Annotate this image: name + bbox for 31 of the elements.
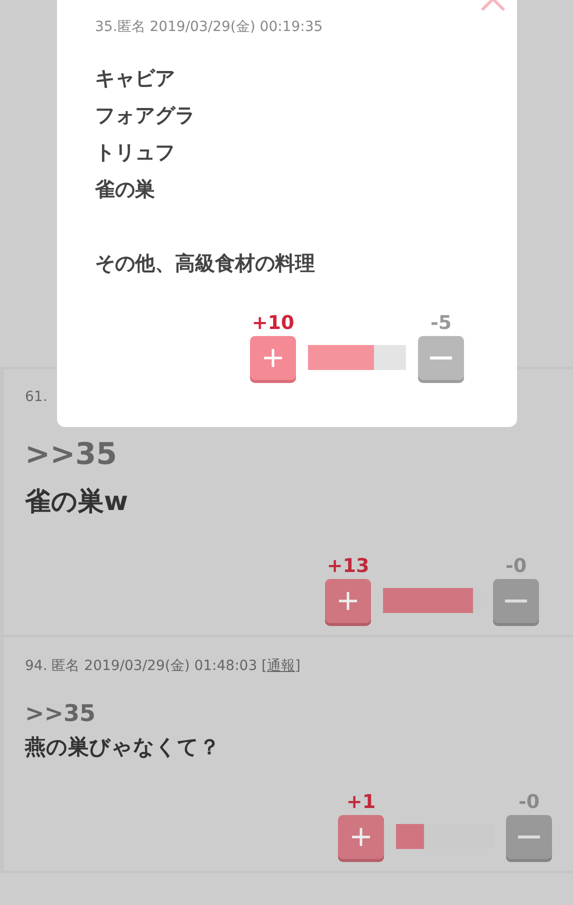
plus-icon — [338, 591, 358, 611]
post-header: 35.匿名 2019/03/29(金) 00:19:35 — [95, 18, 324, 36]
reply-quote-link[interactable]: >>35 — [25, 701, 552, 727]
post-body-line: その他、高級食材の料理 — [95, 250, 315, 277]
downvote-button[interactable] — [506, 815, 552, 859]
post-body-line: フォアグラ — [95, 102, 195, 129]
reply-quote-link[interactable]: >>35 — [25, 437, 539, 472]
report-link[interactable]: 通報 — [267, 658, 296, 674]
plus-icon — [263, 348, 283, 368]
upvote-count: +1 — [346, 791, 376, 813]
minus-icon — [430, 356, 452, 360]
downvote-count: -5 — [430, 312, 452, 334]
minus-icon — [505, 599, 527, 603]
downvote-button[interactable] — [493, 579, 539, 623]
downvote-count: -0 — [518, 791, 540, 813]
minus-icon — [518, 835, 540, 839]
post-body-line: 雀の巣 — [95, 176, 155, 203]
upvote-button[interactable] — [250, 336, 296, 380]
upvote-button[interactable] — [338, 815, 384, 859]
post-header: 94. 匿名 2019/03/29(金) 01:48:03 [通報] — [25, 657, 302, 675]
plus-icon — [351, 827, 371, 847]
post-body-line: キャビア — [95, 65, 175, 92]
upvote-button[interactable] — [325, 579, 371, 623]
upvote-count: +10 — [252, 312, 294, 334]
upvote-count: +13 — [326, 555, 370, 577]
post-body: 燕の巣びゃなくて？ — [25, 734, 221, 761]
post-header: 61. — [25, 389, 48, 405]
downvote-count: -0 — [505, 555, 527, 577]
downvote-button[interactable] — [418, 336, 464, 380]
post-body-line: トリュフ — [95, 139, 175, 166]
post-body: 雀の巣w — [25, 486, 130, 519]
